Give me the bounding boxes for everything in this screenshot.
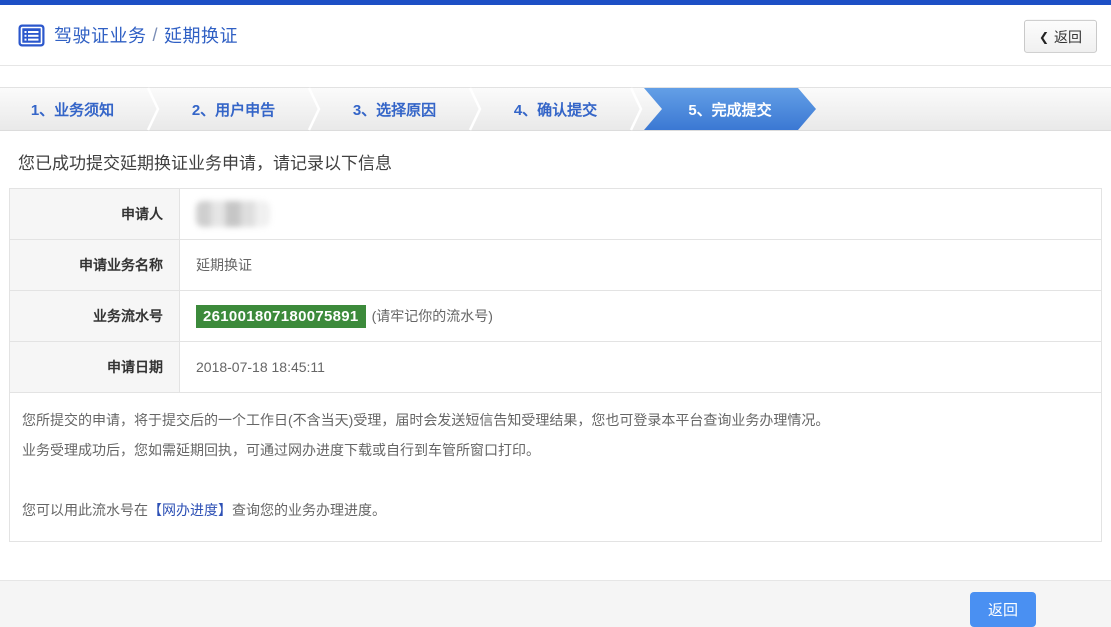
table-row-serial-number: 业务流水号 261001807180075891 (请牢记你的流水号) xyxy=(10,291,1101,342)
breadcrumb-section: 驾驶证业务 xyxy=(54,26,147,46)
row-value: 2018-07-18 18:45:11 xyxy=(196,359,325,375)
footer-action-bar: 返回 xyxy=(0,580,1111,627)
row-label: 申请业务名称 xyxy=(10,240,180,290)
row-label: 业务流水号 xyxy=(10,291,180,341)
note-line-3: 您可以用此流水号在【网办进度】查询您的业务办理进度。 xyxy=(22,495,1089,525)
breadcrumb-separator: / xyxy=(152,24,159,45)
row-label: 申请日期 xyxy=(10,342,180,392)
step-4-label: 4、确认提交 xyxy=(513,101,598,119)
step-2-label: 2、用户申告 xyxy=(191,101,276,119)
row-value xyxy=(180,189,1101,239)
step-1-label: 1、业务须知 xyxy=(30,101,115,119)
list-form-icon xyxy=(18,24,45,47)
note-line-3-prefix: 您可以用此流水号在 xyxy=(22,502,148,518)
page-header: 驾驶证业务 / 延期换证 ❮ 返回 xyxy=(0,5,1111,66)
breadcrumb-page: 延期换证 xyxy=(164,26,239,46)
applicant-name-redacted xyxy=(196,201,270,227)
step-5-complete-active: 5、完成提交 xyxy=(644,88,816,130)
row-label: 申请人 xyxy=(10,189,180,239)
stepbar-filler xyxy=(816,88,1111,130)
table-row-apply-date: 申请日期 2018-07-18 18:45:11 xyxy=(10,342,1101,393)
step-4-confirm-submit: 4、确认提交 xyxy=(483,88,628,130)
step-3-label: 3、选择原因 xyxy=(352,101,437,119)
step-separator-chevron-icon xyxy=(146,87,160,131)
note-line-3-suffix: 查询您的业务办理进度。 xyxy=(232,502,386,518)
back-button-top-label: 返回 xyxy=(1054,28,1082,45)
result-table: 申请人 申请业务名称 延期换证 业务流水号 261001807180075891… xyxy=(9,188,1102,393)
table-row-applicant: 申请人 xyxy=(10,189,1101,240)
success-message: 您已成功提交延期换证业务申请，请记录以下信息 xyxy=(18,154,392,173)
note-line-1: 您所提交的申请，将于提交后的一个工作日(不含当天)受理，届时会发送短信告知受理结… xyxy=(22,412,830,428)
table-row-business-name: 申请业务名称 延期换证 xyxy=(10,240,1101,291)
note-line-2: 业务受理成功后，您如需延期回执，可通过网办进度下载或自行到车管所窗口打印。 xyxy=(22,442,540,458)
step-1-business-notice: 1、业务须知 xyxy=(0,88,145,130)
serial-number-badge: 261001807180075891 xyxy=(196,304,366,328)
progress-query-link[interactable]: 【网办进度】 xyxy=(148,502,232,518)
step-separator-chevron-icon xyxy=(307,87,321,131)
row-value: 延期换证 xyxy=(196,257,252,273)
return-button[interactable]: 返回 xyxy=(970,592,1036,627)
step-3-select-reason: 3、选择原因 xyxy=(322,88,467,130)
notes-box: 您所提交的申请，将于提交后的一个工作日(不含当天)受理，届时会发送短信告知受理结… xyxy=(9,393,1102,542)
step-5-label: 5、完成提交 xyxy=(688,101,772,119)
step-separator-chevron-icon xyxy=(468,87,482,131)
step-separator-chevron-icon xyxy=(629,87,643,131)
back-button-top[interactable]: ❮ 返回 xyxy=(1023,19,1097,53)
chevron-left-icon: ❮ xyxy=(1038,29,1049,44)
step-2-user-declaration: 2、用户申告 xyxy=(161,88,306,130)
result-content: 申请人 申请业务名称 延期换证 业务流水号 261001807180075891… xyxy=(9,188,1102,542)
step-progress-bar: 1、业务须知 2、用户申告 3、选择原因 4、确认提交 5、完成提交 xyxy=(0,87,1111,131)
row-value: 261001807180075891 (请牢记你的流水号) xyxy=(180,291,1101,341)
serial-number-note: (请牢记你的流水号) xyxy=(371,308,493,324)
